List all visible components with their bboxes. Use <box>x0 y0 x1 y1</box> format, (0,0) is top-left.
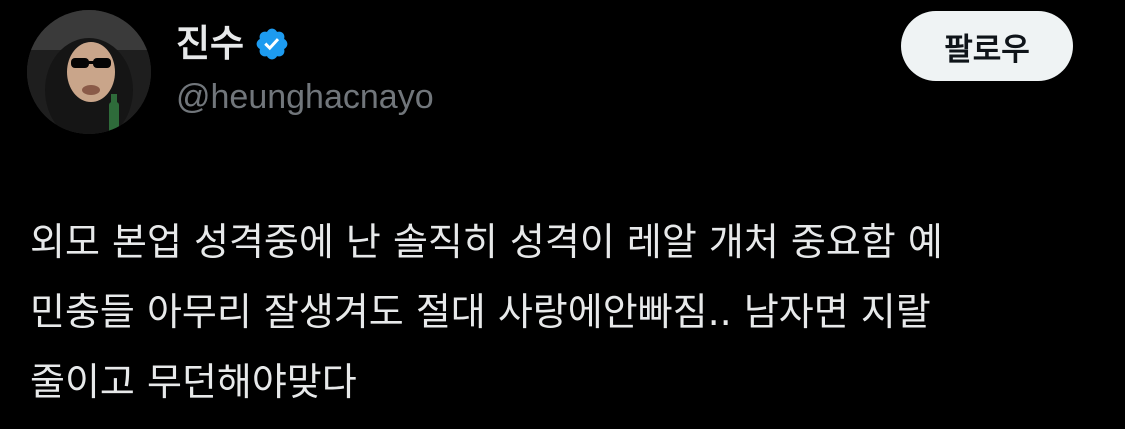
tweet-text: 외모 본업 성격중에 난 솔직히 성격이 레알 개처 중요함 예 민충들 아무리… <box>30 207 1110 417</box>
avatar[interactable] <box>27 10 151 134</box>
verified-badge-icon <box>254 26 290 62</box>
follow-button[interactable]: 팔로우 <box>901 11 1073 81</box>
tweet: 진수 @heunghacnayo 팔로우 외모 본업 성격중에 난 솔직히 성격… <box>0 0 1125 429</box>
name-row: 진수 <box>176 18 290 70</box>
tweet-text-line: 민충들 아무리 잘생겨도 절대 사랑에안빠짐.. 남자면 지랄 <box>30 290 931 334</box>
tweet-text-line: 외모 본업 성격중에 난 솔직히 성격이 레알 개처 중요함 예 <box>30 220 943 264</box>
avatar-image <box>27 10 151 134</box>
tweet-text-line: 줄이고 무던해야맞다 <box>30 360 357 404</box>
display-name[interactable]: 진수 <box>176 18 244 70</box>
user-handle[interactable]: @heunghacnayo <box>176 73 434 121</box>
